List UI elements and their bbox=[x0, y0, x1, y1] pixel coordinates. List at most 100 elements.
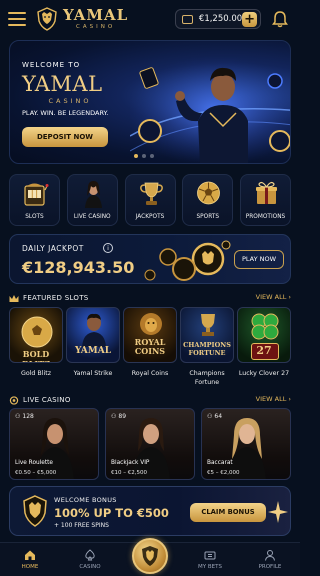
category-slots[interactable]: SLOTS bbox=[9, 174, 60, 226]
brand-subtitle: CASINO bbox=[76, 23, 116, 30]
slot-machine-icon bbox=[24, 183, 49, 206]
deposit-now-button[interactable]: DEPOSIT NOW bbox=[22, 127, 108, 147]
carousel-dot[interactable] bbox=[150, 154, 154, 158]
slot-thumbnail[interactable]: CHAMPIONS FORTUNE bbox=[180, 307, 234, 363]
nav-label: MY BETS bbox=[198, 564, 222, 570]
hero-tagline: PLAY. WIN. BE LEGENDARY. bbox=[22, 109, 109, 117]
info-icon[interactable]: i bbox=[103, 243, 113, 253]
bonus-title: 100% UP TO €500 bbox=[54, 506, 169, 520]
dealer-icon bbox=[84, 181, 102, 208]
brand-name: YAMAL bbox=[63, 5, 129, 24]
players-count: ⚇ 64 bbox=[207, 413, 222, 420]
nav-home[interactable]: HOME bbox=[0, 549, 60, 570]
table-limits: €10 – €2,500 bbox=[111, 470, 147, 476]
category-row: SLOTS LIVE CASINO JACKPOTS SPORTS PROMOT… bbox=[9, 174, 291, 226]
spade-icon bbox=[85, 549, 95, 561]
user-icon: ⚇ bbox=[111, 413, 117, 420]
balance-widget[interactable]: €1,250.00 + bbox=[175, 9, 261, 29]
live-table-card[interactable]: ⚇ 89 Blackjack VIP €10 – €2,500 bbox=[105, 408, 195, 480]
user-icon: ⚇ bbox=[15, 413, 21, 420]
table-limits: €0.50 – €5,000 bbox=[15, 470, 57, 476]
add-funds-button[interactable]: + bbox=[242, 11, 257, 27]
category-label: JACKPOTS bbox=[135, 214, 165, 220]
trophy-icon bbox=[201, 314, 215, 336]
live-table-card[interactable]: ⚇ 128 Live Roulette €0.50 – €5,000 bbox=[9, 408, 99, 480]
players-value: 64 bbox=[214, 413, 223, 420]
crown-icon bbox=[9, 294, 19, 302]
slot-art-title: BOLD BLITZ bbox=[22, 349, 50, 362]
ticket-icon bbox=[204, 551, 216, 560]
hero-banner[interactable]: WELCOME TO YAMAL CASINO PLAY. WIN. BE LE… bbox=[9, 40, 291, 164]
hero-player-illustration bbox=[130, 56, 290, 163]
sparkle-icon bbox=[268, 501, 288, 523]
players-count: ⚇ 128 bbox=[15, 413, 34, 420]
trophy-icon bbox=[139, 182, 163, 205]
table-name: Live Roulette bbox=[15, 460, 53, 466]
slot-art-title: ROYAL COINS bbox=[134, 337, 166, 356]
section-title: FEATURED SLOTS bbox=[23, 294, 89, 302]
claim-bonus-button[interactable]: CLAIM BONUS bbox=[190, 503, 266, 522]
slot-art-title: YAMAL bbox=[74, 346, 112, 356]
slot-art-title: 27 bbox=[256, 344, 272, 357]
daily-jackpot-card[interactable]: DAILY JACKPOT i €128,943.50 PLAY NOW bbox=[9, 234, 291, 284]
jackpot-amount: €128,943.50 bbox=[22, 258, 135, 277]
slot-game-card[interactable]: ROYAL COINS Royal Coins bbox=[123, 307, 177, 387]
slot-game-card[interactable]: YAMAL Yamal Strike bbox=[66, 307, 120, 387]
nav-label: HOME bbox=[21, 564, 39, 570]
hero-welcome-text: WELCOME TO bbox=[22, 61, 81, 69]
slot-game-card[interactable]: BOLD BLITZ Gold Blitz bbox=[9, 307, 63, 387]
category-label: PROMOTIONS bbox=[245, 214, 286, 220]
slot-thumbnail[interactable]: BOLD BLITZ bbox=[9, 307, 63, 363]
slot-art-title: CHAMPIONS FORTUNE bbox=[183, 341, 231, 357]
nav-my-bets[interactable]: MY BETS bbox=[180, 549, 240, 570]
nav-profile[interactable]: PROFILE bbox=[240, 549, 300, 570]
menu-icon[interactable] bbox=[8, 12, 26, 26]
play-now-button[interactable]: PLAY NOW bbox=[234, 250, 284, 269]
bonus-label: WELCOME BONUS bbox=[54, 496, 117, 504]
slot-thumbnail[interactable]: 27 bbox=[237, 307, 291, 363]
slot-game-card[interactable]: 27 Lucky Clover 27 bbox=[237, 307, 291, 387]
category-label: SPORTS bbox=[196, 214, 220, 220]
slot-name: Royal Coins bbox=[131, 370, 169, 377]
players-count: ⚇ 89 bbox=[111, 413, 126, 420]
gold-ball-icon bbox=[21, 316, 53, 348]
slot-name: Champions Fortune bbox=[189, 370, 225, 386]
carousel-dots bbox=[134, 154, 154, 158]
live-table-card[interactable]: ⚇ 64 Baccarat €5 – €2,000 bbox=[201, 408, 291, 480]
slot-game-card[interactable]: CHAMPIONS FORTUNE Champions Fortune bbox=[180, 307, 234, 387]
players-value: 89 bbox=[118, 413, 127, 420]
featured-slots-list: BOLD BLITZ Gold Blitz YAMAL Yamal Strike… bbox=[9, 307, 291, 387]
hero-subtitle: CASINO bbox=[48, 97, 92, 105]
balance-amount: €1,250.00 bbox=[198, 14, 243, 24]
carousel-dot[interactable] bbox=[142, 154, 146, 158]
nav-casino[interactable]: CASINO bbox=[60, 549, 120, 570]
lion-shield-logo-icon bbox=[37, 7, 57, 31]
casino-chips-icon bbox=[144, 240, 231, 281]
player-portrait-icon bbox=[82, 313, 106, 347]
category-label: LIVE CASINO bbox=[73, 214, 111, 220]
carousel-dot[interactable] bbox=[134, 154, 138, 158]
brand-logo[interactable]: YAMAL CASINO bbox=[36, 7, 128, 31]
table-name: Blackjack VIP bbox=[111, 460, 150, 466]
welcome-bonus-banner[interactable]: WELCOME BONUS 100% UP TO €500 + 100 FREE… bbox=[9, 486, 291, 536]
nav-label: CASINO bbox=[79, 564, 101, 570]
user-icon: ⚇ bbox=[207, 413, 213, 420]
section-title: LIVE CASINO bbox=[23, 396, 71, 404]
category-jackpots[interactable]: JACKPOTS bbox=[124, 174, 176, 226]
view-all-link[interactable]: VIEW ALL › bbox=[256, 395, 291, 403]
view-all-link[interactable]: VIEW ALL › bbox=[256, 293, 291, 301]
jackpot-label: DAILY JACKPOT bbox=[22, 244, 84, 253]
category-promotions[interactable]: PROMOTIONS bbox=[240, 174, 291, 226]
bonus-subtitle: + 100 FREE SPINS bbox=[54, 522, 109, 529]
wallet-icon bbox=[182, 14, 193, 24]
center-logo-button[interactable] bbox=[132, 538, 168, 574]
slot-thumbnail[interactable]: YAMAL bbox=[66, 307, 120, 363]
chip-icon bbox=[9, 395, 19, 405]
slot-name: Yamal Strike bbox=[73, 370, 113, 377]
bell-icon[interactable] bbox=[272, 10, 288, 28]
category-live-casino[interactable]: LIVE CASINO bbox=[66, 174, 118, 226]
live-casino-header: LIVE CASINO VIEW ALL › bbox=[9, 394, 291, 406]
nav-label: PROFILE bbox=[258, 564, 282, 570]
slot-thumbnail[interactable]: ROYAL COINS bbox=[123, 307, 177, 363]
category-sports[interactable]: SPORTS bbox=[182, 174, 234, 226]
